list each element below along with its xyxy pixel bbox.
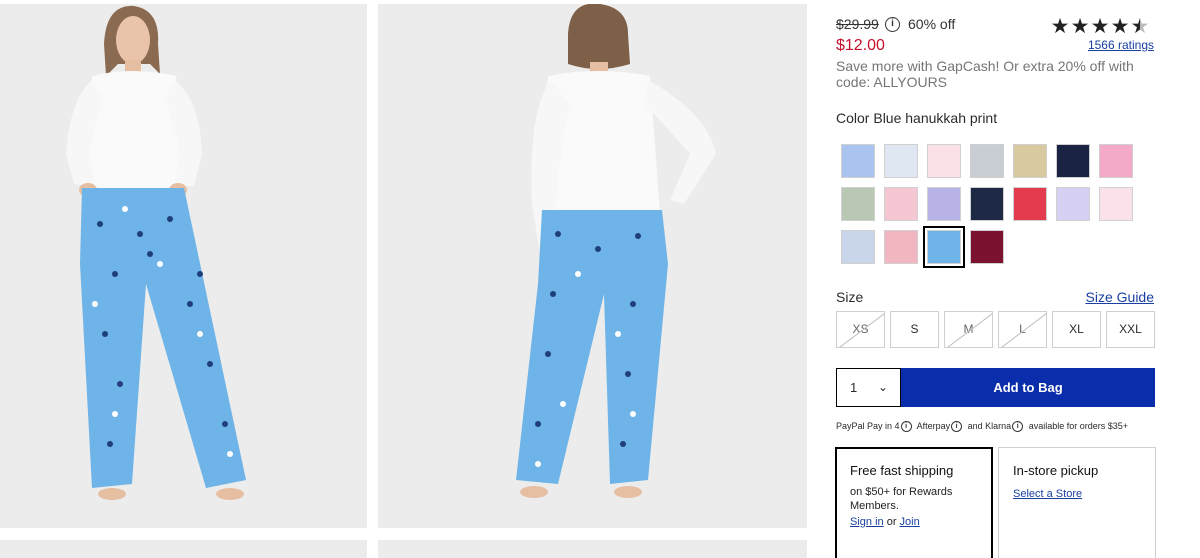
color-swatch-pink-stripe[interactable] bbox=[1099, 144, 1133, 178]
shipping-option[interactable]: Free fast shipping on $50+ for Rewards M… bbox=[835, 447, 993, 558]
color-swatch-burgundy-bow[interactable] bbox=[970, 230, 1004, 264]
star-icon: ★ bbox=[1110, 15, 1130, 38]
product-image-4[interactable] bbox=[378, 540, 807, 558]
star-rating[interactable]: ★★★★★ bbox=[1050, 14, 1150, 39]
select-store-link[interactable]: Select a Store bbox=[1013, 488, 1082, 500]
info-icon[interactable]: i bbox=[885, 17, 900, 32]
color-swatch-blue-hanukkah-print[interactable] bbox=[923, 226, 965, 268]
add-to-bag-button[interactable]: Add to Bag bbox=[901, 368, 1155, 407]
ratings-link[interactable]: 1566 ratings bbox=[1088, 38, 1154, 52]
info-icon[interactable]: i bbox=[951, 421, 963, 433]
color-swatch-red-plaid[interactable] bbox=[1013, 187, 1047, 221]
star-icon: ★ bbox=[1070, 15, 1090, 38]
color-swatch-blue-white-stripe[interactable] bbox=[841, 230, 875, 264]
promo-text: Save more with GapCash! Or extra 20% off… bbox=[836, 58, 1134, 90]
pay-later-info: PayPal Pay in 4i Afterpay i and Klarna i a… bbox=[836, 421, 1128, 433]
and-text: and bbox=[967, 421, 983, 431]
half-star-icon: ★ bbox=[1130, 15, 1150, 38]
model-front-illustration bbox=[0, 4, 367, 528]
color-swatch-navy-floral[interactable] bbox=[970, 187, 1004, 221]
pickup-title: In-store pickup bbox=[1013, 463, 1099, 478]
or-text: or bbox=[886, 516, 897, 528]
size-option-xl[interactable]: XL bbox=[1052, 311, 1101, 348]
star-icon: ★ bbox=[1050, 15, 1070, 38]
join-link[interactable]: Join bbox=[900, 516, 920, 528]
sign-in-link[interactable]: Sign in bbox=[850, 516, 884, 528]
size-option-m[interactable]: M bbox=[944, 311, 993, 348]
chevron-down-icon: ⌄ bbox=[877, 380, 888, 394]
product-image-back[interactable] bbox=[378, 4, 807, 528]
size-option-l[interactable]: L bbox=[998, 311, 1047, 348]
size-label: Size bbox=[836, 289, 864, 305]
shipping-title: Free fast shipping bbox=[850, 463, 954, 478]
color-swatch-pink-hearts[interactable] bbox=[927, 144, 961, 178]
color-label-text: Color bbox=[836, 110, 870, 126]
color-swatch-pink-cherries[interactable] bbox=[884, 187, 918, 221]
color-swatch-light-blue-print[interactable] bbox=[884, 144, 918, 178]
discount-label: 60% off bbox=[908, 16, 956, 32]
color-label: Color Blue hanukkah print bbox=[836, 110, 997, 126]
color-swatch-blue-stripe[interactable] bbox=[841, 144, 875, 178]
sale-price: $12.00 bbox=[836, 37, 885, 54]
shipping-desc: on $50+ for Rewards Members. bbox=[850, 486, 953, 512]
product-image-front[interactable] bbox=[0, 4, 367, 528]
size-guide-link[interactable]: Size Guide bbox=[1086, 289, 1154, 305]
info-icon[interactable]: i bbox=[1012, 421, 1024, 433]
product-image-3[interactable] bbox=[0, 540, 367, 558]
afterpay-label: Afterpay bbox=[916, 421, 951, 431]
quantity-select[interactable]: 1 ⌄ bbox=[836, 368, 901, 407]
color-swatch-green-plaid[interactable] bbox=[841, 187, 875, 221]
pickup-option[interactable]: In-store pickup Select a Store bbox=[998, 447, 1156, 558]
color-swatch-lavender-print[interactable] bbox=[1056, 187, 1090, 221]
size-option-s[interactable]: S bbox=[890, 311, 939, 348]
selected-color-name: Blue hanukkah print bbox=[873, 110, 998, 126]
color-swatch-navy-dots[interactable] bbox=[1056, 144, 1090, 178]
original-price: $29.99 bbox=[836, 16, 879, 32]
model-back-illustration bbox=[378, 4, 807, 528]
color-swatch-pink-stripe-print[interactable] bbox=[884, 230, 918, 264]
paypal-label: PayPal Pay in 4 bbox=[836, 421, 900, 431]
pay-later-suffix: available for orders $35+ bbox=[1028, 421, 1128, 431]
color-swatch-purple-plaid[interactable] bbox=[927, 187, 961, 221]
quantity-value: 1 bbox=[850, 380, 858, 395]
size-option-xxl[interactable]: XXL bbox=[1106, 311, 1155, 348]
info-icon[interactable]: i bbox=[900, 421, 912, 433]
star-icon: ★ bbox=[1090, 15, 1110, 38]
size-option-xs[interactable]: XS bbox=[836, 311, 885, 348]
shipping-links: Sign in or Join bbox=[850, 516, 991, 528]
color-swatch-gray-heart[interactable] bbox=[970, 144, 1004, 178]
color-swatch-tan-stripe[interactable] bbox=[1013, 144, 1047, 178]
color-swatch-pale-pink[interactable] bbox=[1099, 187, 1133, 221]
klarna-label: Klarna bbox=[985, 421, 1012, 431]
